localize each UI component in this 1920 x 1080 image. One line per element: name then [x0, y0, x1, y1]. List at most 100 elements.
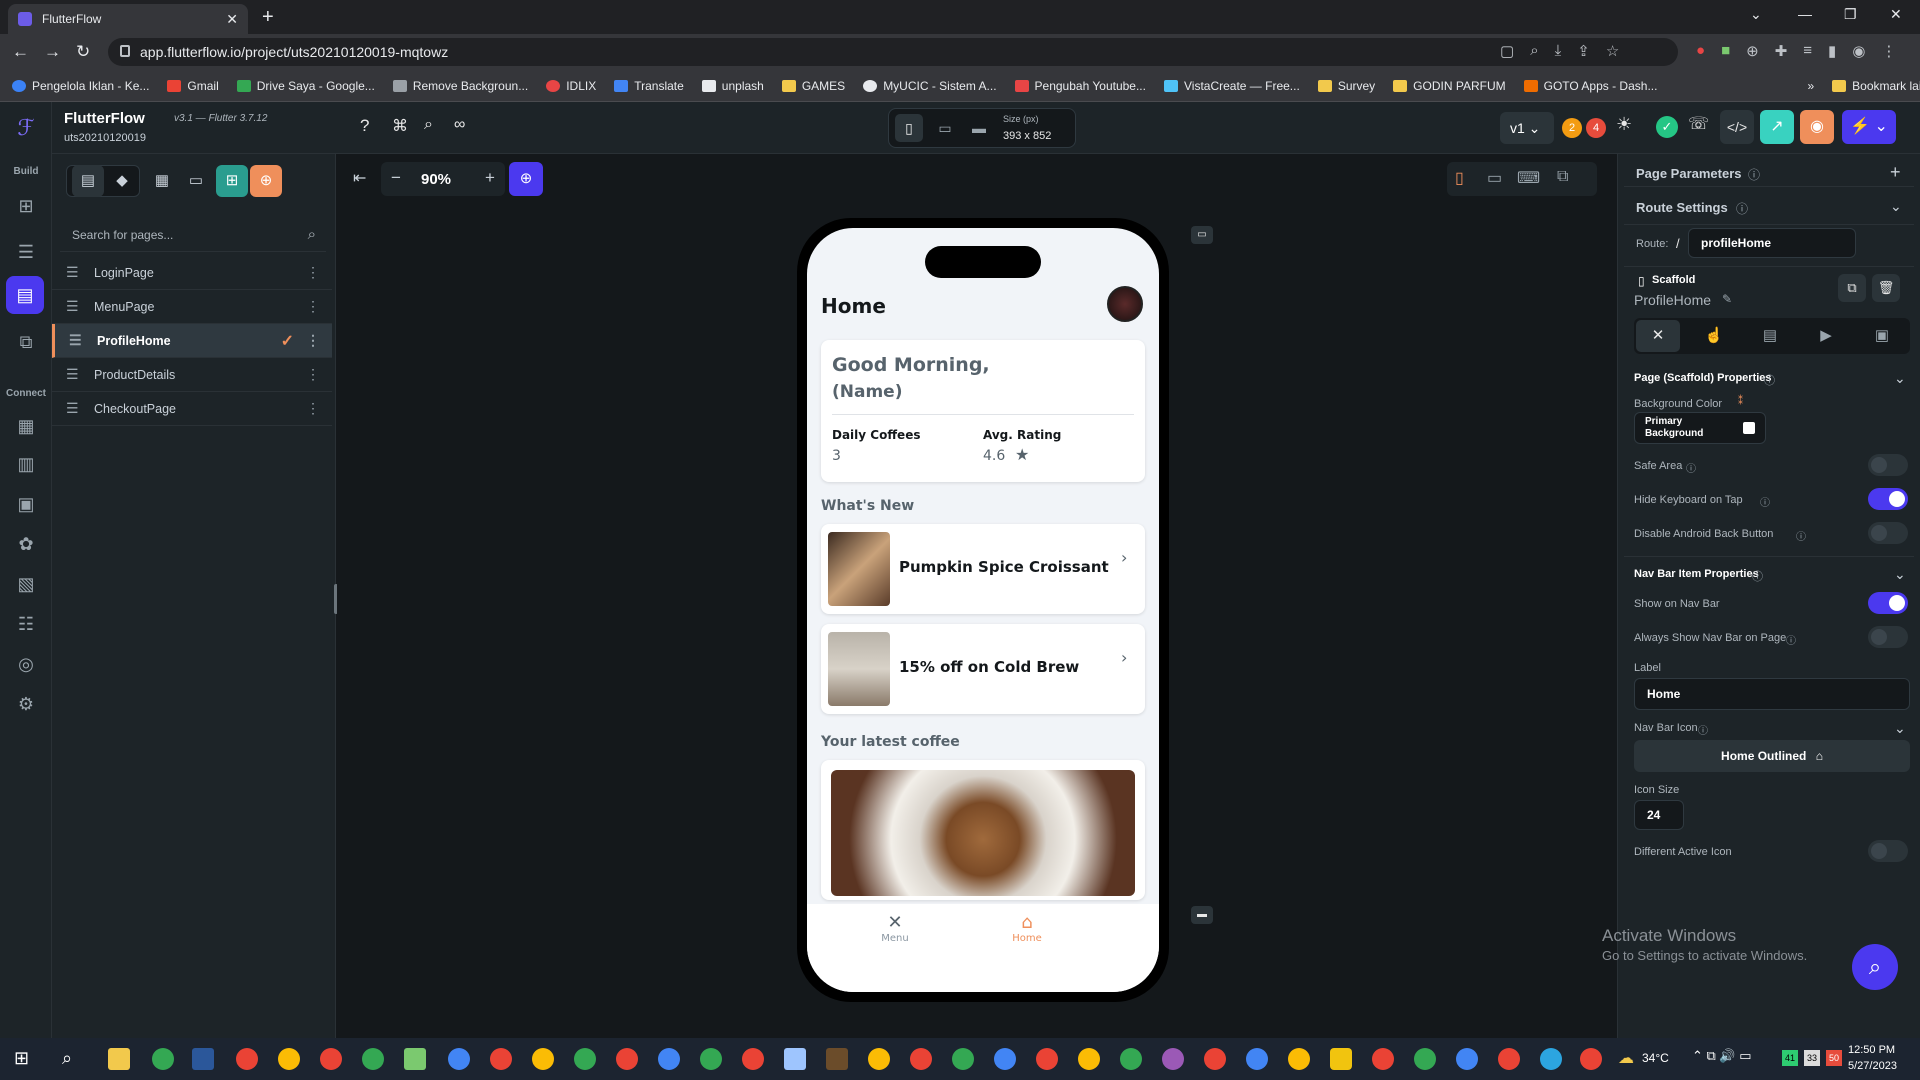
clock-time[interactable]: 12:50 PM: [1848, 1044, 1895, 1056]
command-icon[interactable]: ⌘: [392, 116, 408, 136]
help-icon[interactable]: ?: [360, 116, 369, 136]
disable-back-toggle[interactable]: [1868, 522, 1908, 544]
chrome-icon[interactable]: [532, 1048, 554, 1070]
color-variable-icon[interactable]: ⁑: [1738, 396, 1743, 407]
chrome-icon[interactable]: [616, 1048, 638, 1070]
run-lightning-button[interactable]: ⚡ ⌄: [1842, 110, 1896, 144]
warning-count-badge[interactable]: 2: [1562, 118, 1582, 138]
chrome-icon[interactable]: [236, 1048, 258, 1070]
new-tab-icon[interactable]: +: [262, 6, 274, 29]
search-fab-icon[interactable]: ⌕: [1852, 944, 1898, 990]
chrome-icon[interactable]: [1036, 1048, 1058, 1070]
more-options-icon[interactable]: ⋮: [306, 298, 320, 315]
actions-tab-icon[interactable]: ☝: [1692, 320, 1736, 352]
search-icon[interactable]: ⌕: [424, 116, 433, 134]
chrome-icon[interactable]: [658, 1048, 680, 1070]
app-icon[interactable]: [1162, 1048, 1184, 1070]
bookmark-item[interactable]: Translate: [614, 79, 684, 93]
status-bar-toggle-icon[interactable]: ▭: [1191, 226, 1213, 244]
chrome-icon[interactable]: [1580, 1048, 1602, 1070]
chrome-icon[interactable]: [868, 1048, 890, 1070]
bookmark-folder[interactable]: GAMES: [781, 79, 845, 93]
safe-area-toggle[interactable]: [1868, 454, 1908, 476]
debug-bug-icon[interactable]: ☀: [1616, 114, 1632, 135]
check-status-icon[interactable]: ✓: [1656, 116, 1678, 138]
tray-icons[interactable]: ⌃ ⧉ 🔊 ▭: [1692, 1048, 1751, 1064]
news-item-2[interactable]: 15% off on Cold Brew ›: [821, 624, 1145, 714]
phone-device-icon[interactable]: ▯: [895, 114, 923, 142]
bookmark-item[interactable]: Remove Backgroun...: [392, 79, 528, 93]
sidepanel-icon[interactable]: ▮: [1828, 42, 1836, 60]
url-input[interactable]: app.flutterflow.io/project/uts2021012001…: [108, 38, 1678, 66]
bookmark-item[interactable]: MyUCIC - Sistem A...: [863, 79, 997, 93]
more-options-icon[interactable]: ⋮: [306, 264, 320, 281]
chrome-icon[interactable]: [152, 1048, 174, 1070]
add-folder-icon[interactable]: ⊞: [216, 165, 248, 197]
bookmark-page-icon[interactable]: ▢: [1500, 42, 1514, 60]
nav-item-menu[interactable]: ✕ Menu: [877, 912, 913, 944]
open-external-icon[interactable]: ↗: [1760, 110, 1794, 144]
delete-trash-icon[interactable]: 🗑: [1872, 274, 1900, 302]
app-state-icon[interactable]: ▥: [14, 452, 38, 476]
bookmark-item[interactable]: GOTO Apps - Dash...: [1523, 79, 1657, 93]
components-tab-icon[interactable]: ◆: [106, 165, 138, 197]
drag-handle-icon[interactable]: ☰: [66, 264, 82, 281]
api-calls-icon[interactable]: ▣: [14, 492, 38, 516]
chevron-down-icon[interactable]: ⌄: [1890, 198, 1902, 215]
settings-gear-icon[interactable]: ⚙: [14, 692, 38, 716]
tray-badge-2[interactable]: 33: [1804, 1050, 1820, 1066]
bookmarks-overflow-icon[interactable]: »: [1807, 79, 1814, 93]
collapse-panel-icon[interactable]: ⇤: [353, 168, 366, 188]
chrome-icon[interactable]: [362, 1048, 384, 1070]
duplicate-icon[interactable]: ⧉: [1838, 274, 1866, 302]
extension-red-icon[interactable]: ●: [1696, 42, 1705, 60]
animations-tab-icon[interactable]: ▶: [1804, 320, 1848, 352]
chrome-icon[interactable]: [910, 1048, 932, 1070]
version-dropdown[interactable]: v1 ⌄: [1500, 112, 1554, 144]
navbar-icon-picker[interactable]: Home Outlined ⌂: [1634, 740, 1910, 772]
reload-icon[interactable]: ↻: [76, 42, 90, 62]
bookmark-item[interactable]: Pengubah Youtube...: [1014, 79, 1146, 93]
close-tab-icon[interactable]: ✕: [226, 11, 238, 28]
clock-date[interactable]: 5/27/2023: [1848, 1060, 1897, 1072]
page-item-checkoutpage[interactable]: ☰ CheckoutPage ⋮: [52, 392, 332, 426]
bookmark-item[interactable]: VistaCreate — Free...: [1163, 79, 1300, 93]
tab-search-icon[interactable]: ⌄: [1750, 6, 1762, 23]
chrome-icon[interactable]: [952, 1048, 974, 1070]
desktop-device-icon[interactable]: ▬: [965, 114, 993, 142]
more-options-icon[interactable]: ⋮: [306, 366, 320, 383]
info-icon[interactable]: ⓘ: [1736, 200, 1748, 217]
app-icon[interactable]: [784, 1048, 806, 1070]
bookmark-item[interactable]: Gmail: [167, 79, 219, 93]
zoom-in-icon[interactable]: +: [485, 168, 495, 188]
page-item-loginpage[interactable]: ☰ LoginPage ⋮: [52, 256, 332, 290]
page-item-productdetails[interactable]: ☰ ProductDetails ⋮: [52, 358, 332, 392]
app-icon[interactable]: [1330, 1048, 1352, 1070]
app-icon[interactable]: [826, 1048, 848, 1070]
file-explorer-icon[interactable]: [108, 1048, 130, 1070]
add-widget-icon[interactable]: ⊞: [14, 194, 38, 218]
chrome-icon[interactable]: [1414, 1048, 1436, 1070]
add-widget-button[interactable]: ⊕: [509, 162, 543, 196]
chevron-down-icon[interactable]: ⌄: [1894, 370, 1906, 387]
chrome-icon[interactable]: [700, 1048, 722, 1070]
close-window-icon[interactable]: ✕: [1890, 6, 1902, 23]
chrome-icon[interactable]: [1204, 1048, 1226, 1070]
keyboard-icon[interactable]: ⌨: [1517, 168, 1540, 188]
integrations-icon[interactable]: ◎: [14, 652, 38, 676]
preview-eye-icon[interactable]: ◉: [1800, 110, 1834, 144]
drag-handle-icon[interactable]: ☰: [66, 298, 82, 315]
drag-handle-icon[interactable]: ☰: [69, 332, 85, 349]
tablet-device-icon[interactable]: ▭: [931, 114, 959, 142]
bookmark-folder[interactable]: GODIN PARFUM: [1393, 79, 1506, 93]
tablet-view-icon[interactable]: ▭: [1487, 168, 1502, 188]
install-icon[interactable]: ⤓: [1555, 42, 1562, 60]
info-icon[interactable]: ⓘ: [1698, 722, 1708, 737]
firestore-icon[interactable]: ▦: [14, 414, 38, 438]
chrome-icon[interactable]: [742, 1048, 764, 1070]
minimize-icon[interactable]: —: [1798, 6, 1812, 22]
chrome-icon[interactable]: [574, 1048, 596, 1070]
storyboard-icon[interactable]: ⧉: [14, 330, 38, 354]
bookmark-item[interactable]: Drive Saya - Google...: [236, 79, 375, 93]
drag-handle-icon[interactable]: ☰: [66, 366, 82, 383]
